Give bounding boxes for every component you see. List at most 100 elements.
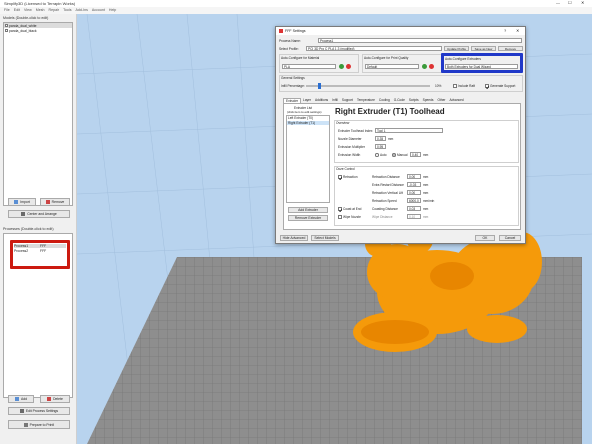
- auto-quality-group: Auto-Configure for Print Quality Default: [362, 54, 442, 73]
- coasting-distance-input[interactable]: 0.03: [407, 206, 421, 211]
- retraction-checkbox[interactable]: [338, 175, 343, 181]
- import-button[interactable]: Import: [8, 198, 36, 206]
- extruder-list[interactable]: Left Extruder (T0) Right Extruder (T1): [286, 115, 330, 203]
- menu-view[interactable]: View: [24, 7, 32, 14]
- update-profile-button[interactable]: Update Profile: [444, 46, 469, 51]
- menu-tools[interactable]: Tools: [63, 7, 71, 14]
- extruder-list-hint: (click item to edit settings): [287, 110, 322, 114]
- help-icon[interactable]: ?: [504, 28, 506, 33]
- width-manual-label: Manual: [397, 153, 408, 157]
- remove-quality-icon[interactable]: [429, 64, 434, 69]
- menu-file[interactable]: File: [4, 7, 10, 14]
- menu-add-ins[interactable]: Add-Ins: [76, 7, 88, 14]
- settings-icon: [19, 409, 24, 413]
- select-profile-label: Select Profile:: [279, 47, 299, 51]
- auto-material-group: Auto-Configure for Material PLA: [279, 54, 359, 73]
- ooze-row-unit: mm: [423, 175, 429, 179]
- infill-slider-thumb[interactable]: [318, 83, 321, 89]
- ooze-control-group: Ooze Control Retraction Coast at End Wip…: [334, 166, 519, 226]
- auto-quality-dropdown[interactable]: Default: [365, 64, 419, 69]
- remove-icon: [45, 200, 50, 204]
- remove-profile-button[interactable]: Remove: [498, 46, 523, 51]
- wipe-checkbox[interactable]: [338, 215, 342, 219]
- process-name-input[interactable]: Process1: [318, 38, 522, 43]
- import-icon: [14, 200, 19, 204]
- generate-support-label: Generate Support: [490, 84, 516, 88]
- add-process-button[interactable]: Add: [8, 395, 34, 403]
- ooze-row-unit: mm: [423, 207, 429, 211]
- process-row[interactable]: Process2 FFF: [14, 249, 66, 253]
- infill-label: Infill Percentage:: [281, 84, 305, 88]
- menu-help[interactable]: Help: [109, 7, 116, 14]
- remove-extruder-button[interactable]: Remove Extruder: [288, 215, 328, 221]
- width-input[interactable]: 0.40: [410, 152, 421, 157]
- ooze-row-label: Coasting Distance: [372, 207, 398, 211]
- ooze-row-unit: mm: [423, 191, 429, 195]
- include-raft-label: Include Raft: [458, 84, 476, 88]
- arrange-icon: [21, 212, 26, 216]
- ooze-row-unit: mm: [423, 183, 429, 187]
- vertical-lift-input[interactable]: 0.00: [407, 190, 421, 195]
- width-unit: mm: [423, 153, 429, 157]
- generate-support-checkbox[interactable]: [485, 84, 490, 90]
- add-extruder-button[interactable]: Add Extruder: [288, 207, 328, 213]
- nozzle-input[interactable]: 0.35: [375, 136, 386, 141]
- edit-process-settings-button[interactable]: Edit Process Settings: [8, 407, 70, 415]
- retraction-speed-input[interactable]: 6000.0: [407, 198, 421, 203]
- coast-checkbox[interactable]: [338, 207, 343, 213]
- close-icon[interactable]: ✕: [581, 0, 584, 5]
- ooze-row-label: Retraction Vertical Lift: [372, 191, 404, 195]
- toolhead-index-label: Extruder Toolhead Index: [338, 129, 373, 133]
- dialog-close-icon[interactable]: ✕: [516, 28, 519, 33]
- add-material-icon[interactable]: [339, 64, 344, 69]
- maximize-icon[interactable]: ☐: [568, 0, 572, 5]
- checkbox-icon[interactable]: [5, 24, 8, 27]
- delete-process-button[interactable]: Delete: [40, 395, 70, 403]
- center-arrange-button[interactable]: Center and Arrange: [8, 210, 70, 218]
- menu-account[interactable]: Account: [92, 7, 105, 14]
- process-row[interactable]: Process1 FFF: [14, 244, 66, 248]
- select-profile-dropdown[interactable]: PCI 3D Pro C PLA 1.3 (modified): [306, 46, 442, 51]
- auto-material-dropdown[interactable]: PLA: [282, 64, 336, 69]
- auto-extruders-dropdown[interactable]: Both Extruders for Dual Wizard: [445, 64, 518, 69]
- auto-material-label: Auto-Configure for Material: [281, 56, 320, 60]
- menu-mesh[interactable]: Mesh: [36, 7, 45, 14]
- prepare-to-print-button[interactable]: Prepare to Print!: [8, 420, 70, 429]
- dialog-app-icon: [279, 29, 283, 33]
- select-models-button[interactable]: Select Models: [311, 235, 339, 241]
- restart-distance-input[interactable]: -0.03: [407, 182, 421, 187]
- model-item[interactable]: panda_dual_black: [4, 28, 72, 33]
- ok-button[interactable]: OK: [475, 235, 495, 241]
- dialog-title: FFF Settings: [285, 29, 306, 33]
- toolhead-index-dropdown[interactable]: Tool 1: [375, 128, 443, 133]
- checkbox-icon[interactable]: [5, 29, 8, 32]
- left-panel: Models (Double-click to edit) panda_dual…: [0, 14, 77, 444]
- models-list[interactable]: panda_dual_white panda_dual_black: [3, 22, 73, 206]
- menu-repair[interactable]: Repair: [49, 7, 60, 14]
- ooze-row-label: Retraction Distance: [372, 175, 400, 179]
- width-auto-radio[interactable]: [375, 153, 379, 157]
- wipe-distance-input[interactable]: 0.10: [407, 214, 421, 219]
- width-auto-label: Auto: [380, 153, 387, 157]
- infill-slider-track[interactable]: [306, 85, 430, 87]
- retraction-label: Retraction: [343, 175, 358, 179]
- minimize-icon[interactable]: —: [556, 0, 560, 5]
- include-raft-checkbox[interactable]: [453, 84, 457, 88]
- ooze-row-label: Retraction Speed: [372, 199, 397, 203]
- remove-material-icon[interactable]: [346, 64, 351, 69]
- add-quality-icon[interactable]: [422, 64, 427, 69]
- extruder-item-right[interactable]: Right Extruder (T1): [287, 120, 329, 125]
- menu-edit[interactable]: Edit: [14, 7, 20, 14]
- print-icon: [23, 422, 28, 427]
- multiplier-input[interactable]: 0.95: [375, 144, 386, 149]
- width-manual-radio[interactable]: [392, 153, 396, 157]
- hide-advanced-button[interactable]: Hide Advanced: [280, 235, 308, 241]
- remove-model-button[interactable]: Remove: [40, 198, 70, 206]
- extrusion-width-label: Extrusion Width: [338, 153, 361, 157]
- extruder-tab-page: Extruder List (click item to edit settin…: [283, 103, 521, 230]
- ooze-row-label: Wipe Distance: [372, 215, 393, 219]
- cancel-button[interactable]: Cancel: [499, 235, 521, 241]
- app-title: Simplify3D (Licensed to Terrapin Works): [4, 1, 76, 6]
- retraction-distance-input[interactable]: 0.00: [407, 174, 421, 179]
- save-profile-button[interactable]: Save as New: [471, 46, 496, 51]
